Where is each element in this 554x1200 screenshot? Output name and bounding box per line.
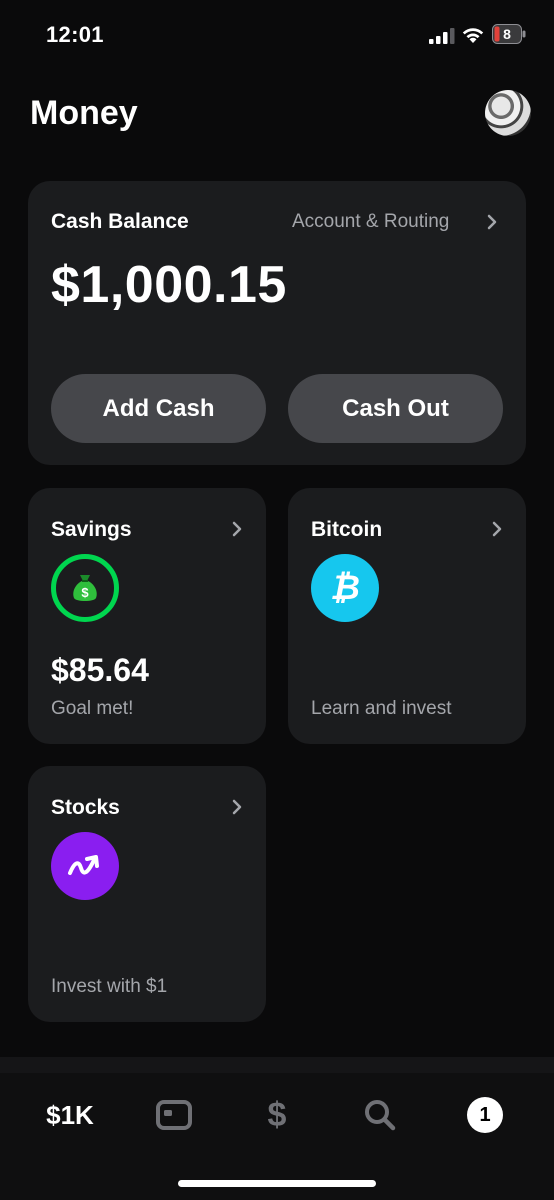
wifi-icon <box>462 28 484 43</box>
savings-amount: $85.64 <box>51 652 149 688</box>
battery-level: 8 <box>503 26 511 42</box>
status-time: 12:01 <box>46 22 104 47</box>
cash-balance-label: Cash Balance <box>51 210 189 233</box>
nav-card-tab[interactable] <box>154 1095 194 1135</box>
status-bar: 12:01 8 <box>0 0 554 70</box>
bitcoin-icon: ₿ <box>311 554 379 622</box>
home-indicator <box>178 1180 376 1187</box>
trend-up-icon <box>51 832 119 900</box>
account-routing-link[interactable]: Account & Routing <box>292 211 449 233</box>
page-title: Money <box>30 94 138 132</box>
savings-label: Savings <box>51 518 132 541</box>
chevron-right-icon <box>232 521 242 537</box>
battery-icon: 8 <box>492 24 526 44</box>
stocks-card[interactable]: Stocks Invest with $1 <box>28 766 266 1022</box>
stocks-label: Stocks <box>51 796 120 819</box>
chevron-right-icon <box>232 799 242 815</box>
search-icon <box>365 1100 396 1131</box>
nav-pay-tab[interactable]: $ <box>260 1095 294 1135</box>
savings-status: Goal met! <box>51 698 134 719</box>
cellular-signal-icon <box>429 28 455 44</box>
chevron-right-icon[interactable] <box>486 213 498 231</box>
profile-avatar[interactable] <box>485 90 531 136</box>
money-bag-icon: $ <box>51 554 119 622</box>
svg-text:$: $ <box>81 585 89 600</box>
cash-balance-card: Cash Balance Account & Routing $1,000.15… <box>28 181 526 465</box>
bottom-divider <box>0 1057 554 1073</box>
nav-activity-tab[interactable]: 1 <box>466 1095 504 1135</box>
card-icon <box>156 1100 192 1130</box>
nav-balance-tab[interactable]: $1K <box>40 1095 100 1135</box>
bitcoin-card[interactable]: Bitcoin ₿ Learn and invest <box>288 488 526 744</box>
nav-search-tab[interactable] <box>362 1095 398 1135</box>
cash-balance-amount: $1,000.15 <box>51 256 287 314</box>
add-cash-button[interactable]: Add Cash <box>51 374 266 443</box>
activity-badge: 1 <box>467 1097 503 1133</box>
bitcoin-label: Bitcoin <box>311 518 383 541</box>
stocks-subtitle: Invest with $1 <box>51 976 168 997</box>
savings-card[interactable]: Savings $ $85.64 Goal met! <box>28 488 266 744</box>
chevron-right-icon <box>492 521 502 537</box>
bitcoin-glyph: ₿ <box>330 568 360 608</box>
cash-out-button[interactable]: Cash Out <box>288 374 503 443</box>
bitcoin-subtitle: Learn and invest <box>311 698 452 719</box>
